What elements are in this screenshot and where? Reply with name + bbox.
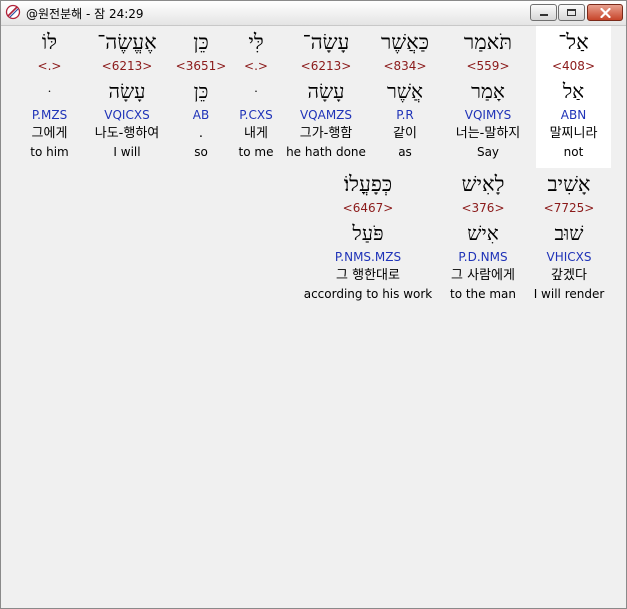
window-title: @원전분해 - 잠 24:29	[26, 7, 144, 21]
morphology: P.MZS	[31, 108, 68, 122]
lemma: ּ	[230, 79, 282, 103]
english-gloss: Say	[476, 145, 500, 159]
english-gloss: to the man	[449, 287, 517, 301]
strong-number: <6467>	[342, 201, 394, 215]
korean-gloss: 그 행한대로	[336, 268, 400, 283]
morphology: ABN	[560, 108, 587, 122]
strong-number: <.>	[37, 59, 62, 73]
korean-gloss: 말찌니라	[549, 126, 598, 141]
english-gloss: to him	[30, 145, 69, 159]
word-cell[interactable]: כֵּן <3651> כֵּן AB . so	[175, 26, 227, 168]
verse-analysis-area: אַל־ <408> אַל ABN 말찌니라 not תֹּאמַר <559…	[2, 26, 626, 608]
close-button[interactable]	[587, 4, 623, 21]
minimize-button[interactable]	[530, 4, 557, 21]
morphology: VQIMYS	[464, 108, 512, 122]
maximize-button[interactable]	[558, 4, 585, 21]
english-gloss: to me	[238, 145, 274, 159]
korean-gloss: 같이	[393, 126, 417, 141]
morphology: P.NMS.MZS	[334, 250, 402, 264]
word-cell[interactable]: אָשִׁיב <7725> שׁוּב VHICXS 갚겠다 I will r…	[530, 168, 608, 310]
strong-number: <6213>	[300, 59, 352, 73]
word-cell[interactable]: לָאִישׁ <376> אִישׁ P.D.NMS 그 사람에게 to th…	[438, 168, 528, 310]
lemma: ּ	[20, 79, 79, 103]
strong-number: <.>	[244, 59, 268, 73]
english-gloss: not	[563, 145, 584, 159]
morphology: AB	[192, 108, 210, 122]
app-window: @원전분해 - 잠 24:29 אַל־ <408> אַל ABN 말찌니라 …	[0, 0, 627, 609]
hebrew-word: אַל־	[558, 30, 589, 54]
word-cell[interactable]: כַּאֲשֶׁר <834> אֲשֶׁר P.R 같이 as	[370, 26, 440, 168]
hebrew-word: אֶעֱשֶׂה־	[97, 30, 157, 54]
minimize-icon	[540, 14, 548, 16]
close-icon	[600, 8, 611, 18]
korean-gloss: 그가-행함	[299, 126, 353, 141]
hebrew-word: כְּפָעֳלוֹ׃	[343, 172, 393, 196]
lemma: כֵּן	[193, 79, 209, 103]
strong-number: <834>	[383, 59, 427, 73]
strong-number: <7725>	[543, 201, 595, 215]
lemma: עָשָׂה	[307, 79, 345, 103]
korean-gloss: 나도-행하여	[94, 126, 160, 141]
word-cell[interactable]: אַל־ <408> אַל ABN 말찌니라 not	[536, 26, 611, 168]
strong-number: <3651>	[175, 59, 227, 73]
hebrew-word: תֹּאמַר	[463, 30, 513, 54]
morphology: VQICXS	[104, 108, 150, 122]
lemma: שׁוּב	[554, 221, 584, 245]
strong-number: <6213>	[101, 59, 153, 73]
strong-number: <559>	[466, 59, 510, 73]
word-cell[interactable]: לּוֹ <.> ּ P.MZS 그에게 to him	[20, 26, 79, 168]
morphology: P.D.NMS	[458, 250, 508, 264]
title-bar[interactable]: @원전분해 - 잠 24:29	[1, 1, 626, 26]
word-cell[interactable]: כְּפָעֳלוֹ׃ <6467> פֹּעַל P.NMS.MZS 그 행한…	[302, 168, 434, 310]
hebrew-word: לָאִישׁ	[461, 172, 505, 196]
lemma: אִישׁ	[467, 221, 499, 245]
korean-gloss: .	[198, 126, 204, 141]
strong-number: <408>	[551, 59, 595, 73]
morphology: VHICXS	[546, 250, 592, 264]
morphology: P.CXS	[239, 108, 273, 122]
hebrew-word: כַּאֲשֶׁר	[380, 30, 430, 54]
morphology: VQAMZS	[299, 108, 353, 122]
word-cell[interactable]: עָשָׂה־ <6213> עָשָׂה VQAMZS 그가-행함 he ha…	[284, 26, 368, 168]
english-gloss: he hath done	[286, 145, 366, 159]
morphology: P.R	[396, 108, 414, 122]
maximize-icon	[567, 9, 576, 16]
hebrew-word: לִּי	[248, 30, 264, 54]
hebrew-word: כֵּן	[193, 30, 209, 54]
lemma: אֲשֶׁר	[387, 79, 423, 103]
lemma: אָמַר	[471, 79, 505, 103]
english-gloss: so	[194, 145, 208, 159]
word-cell[interactable]: אֶעֱשֶׂה־ <6213> עָשָׂה VQICXS 나도-행하여 I …	[81, 26, 173, 168]
app-icon[interactable]	[5, 4, 21, 20]
korean-gloss: 갚겠다	[551, 268, 587, 283]
english-gloss: I will render	[533, 287, 605, 301]
hebrew-word: לּוֹ	[41, 30, 58, 54]
strong-number: <376>	[461, 201, 505, 215]
english-gloss: as	[398, 145, 412, 159]
korean-gloss: 그에게	[31, 126, 68, 141]
korean-gloss: 그 사람에게	[451, 268, 515, 283]
lemma: פֹּעַל	[352, 221, 384, 245]
english-gloss: according to his work	[303, 287, 433, 301]
lemma: אַל	[562, 79, 585, 103]
hebrew-word: אָשִׁיב	[547, 172, 591, 196]
korean-gloss: 너는-말하지	[455, 126, 521, 141]
hebrew-word: עָשָׂה־	[302, 30, 350, 54]
word-cell[interactable]: לִּי <.> ּ P.CXS 내게 to me	[230, 26, 282, 168]
lemma: עָשָׂה	[108, 79, 146, 103]
korean-gloss: 내게	[244, 126, 268, 141]
word-cell[interactable]: תֹּאמַר <559> אָמַר VQIMYS 너는-말하지 Say	[442, 26, 534, 168]
english-gloss: I will	[113, 145, 141, 159]
